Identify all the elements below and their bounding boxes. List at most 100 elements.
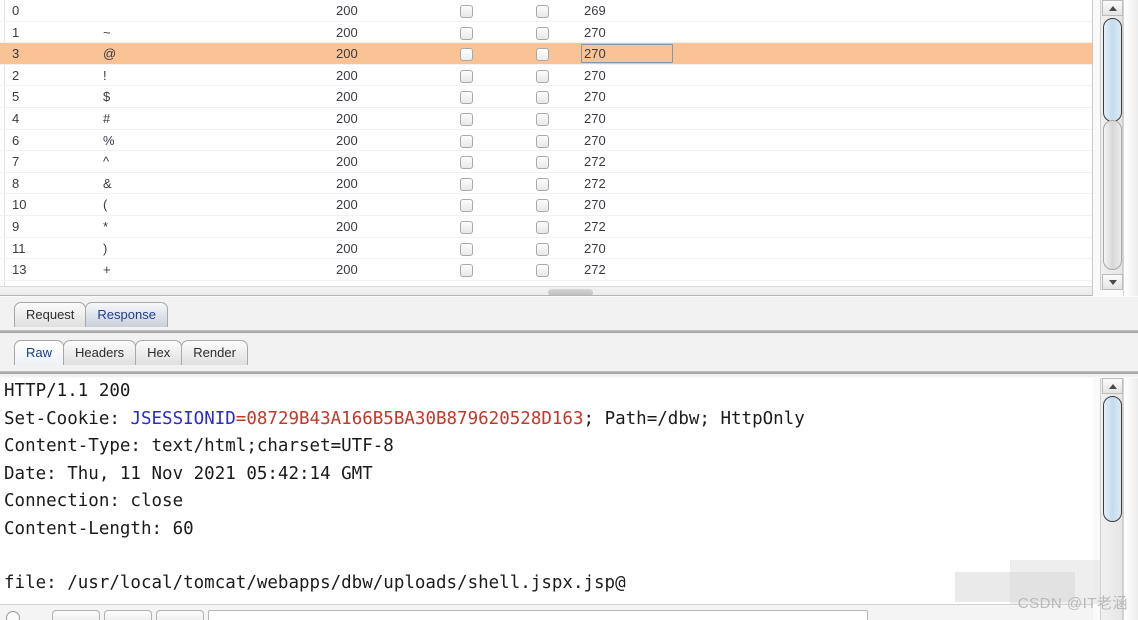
scroll-up-button[interactable] <box>1102 0 1123 16</box>
cell-timeout-checkbox[interactable] <box>536 242 549 256</box>
cell-timeout-checkbox[interactable] <box>536 69 549 83</box>
table-horizontal-scrollbar[interactable] <box>0 286 1092 295</box>
scroll-down-button[interactable] <box>1102 274 1123 290</box>
cell-request-id: 3 <box>12 46 20 62</box>
cell-status: 200 <box>336 197 358 213</box>
response-content-type-header: Content-Type: text/html;charset=UTF-8 <box>4 436 394 456</box>
message-editor-tabs: Request Response Raw Headers Hex Render <box>0 297 1138 377</box>
cell-length: 270 <box>584 240 606 256</box>
cell-error-checkbox[interactable] <box>460 48 473 62</box>
cell-payload: & <box>103 175 112 191</box>
cell-payload: # <box>103 110 111 126</box>
table-row[interactable]: 13 +200 272 <box>0 259 1092 281</box>
cell-status: 200 <box>336 218 358 234</box>
table-scroll-thumb[interactable] <box>1103 18 1122 122</box>
outer-scroll-track-bottom[interactable] <box>1123 378 1138 620</box>
cell-request-id: 7 <box>12 154 20 170</box>
table-vertical-scrollbar[interactable] <box>1100 0 1123 290</box>
cell-error-checkbox[interactable] <box>460 220 473 234</box>
tab-render[interactable]: Render <box>181 340 248 365</box>
table-scroll-track-lower[interactable] <box>1103 120 1122 270</box>
results-grid[interactable]: 0 200 269 1 ~200 270 3 @200 270 2! 200 270 5 $200 270 4… <box>0 0 1092 295</box>
table-row[interactable]: 9 * 200 272 <box>0 216 1092 238</box>
cell-payload: * <box>103 218 109 234</box>
cell-timeout-checkbox[interactable] <box>536 5 549 18</box>
tab-hex[interactable]: Hex <box>135 340 183 365</box>
help-icon[interactable] <box>6 611 20 620</box>
cookie-attributes: ; Path=/dbw; HttpOnly <box>583 408 805 429</box>
response-scroll-thumb[interactable] <box>1103 396 1122 522</box>
response-scroll-up-button[interactable] <box>1102 378 1123 394</box>
tab-headers[interactable]: Headers <box>63 340 137 365</box>
search-input[interactable] <box>208 610 868 620</box>
cell-request-id: 2 <box>12 67 20 83</box>
table-row[interactable]: 5 $200 270 <box>0 86 1092 108</box>
response-blank-line <box>0 543 1093 570</box>
cell-error-checkbox[interactable] <box>460 91 473 105</box>
cell-status: 200 <box>336 3 358 18</box>
table-horizontal-scroll-thumb[interactable] <box>548 289 593 295</box>
cell-length: 270 <box>584 67 606 83</box>
arrow-down-icon <box>1108 280 1117 285</box>
cell-timeout-checkbox[interactable] <box>536 199 549 213</box>
cell-status: 200 <box>336 262 358 278</box>
cell-payload: ~ <box>103 24 111 40</box>
tab-response[interactable]: Response <box>85 302 168 327</box>
cell-error-checkbox[interactable] <box>460 199 473 213</box>
cell-length: 269 <box>584 3 606 18</box>
cell-payload: ^ <box>103 154 110 170</box>
toolbar-button-1[interactable] <box>52 610 100 620</box>
cell-error-checkbox[interactable] <box>460 242 473 256</box>
cell-timeout-checkbox[interactable] <box>536 48 549 62</box>
toolbar-button-2[interactable] <box>104 610 152 620</box>
table-row[interactable]: 10 (200 270 <box>0 194 1092 216</box>
tab-request[interactable]: Request <box>14 302 87 327</box>
cell-timeout-checkbox[interactable] <box>536 112 549 126</box>
table-row[interactable]: 3 @200 270 <box>0 43 1092 65</box>
cell-request-id: 5 <box>12 89 20 105</box>
response-date-header: Date: Thu, 11 Nov 2021 05:42:14 GMT <box>4 463 373 484</box>
cell-error-checkbox[interactable] <box>460 69 473 83</box>
cell-status: 200 <box>336 154 358 170</box>
raw-headers-hex-render-tabs[interactable]: Raw Headers Hex Render <box>14 340 248 365</box>
table-row[interactable]: 0 200 269 <box>0 0 1092 22</box>
cell-timeout-checkbox[interactable] <box>536 134 549 148</box>
cell-error-checkbox[interactable] <box>460 26 473 40</box>
cell-request-id: 9 <box>12 218 20 234</box>
cell-payload: + <box>103 262 111 278</box>
intruder-results-table[interactable]: 0 200 269 1 ~200 270 3 @200 270 2! 200 270 5 $200 270 4… <box>0 0 1093 296</box>
table-row[interactable]: 8 & 200 272 <box>0 173 1092 195</box>
table-row[interactable]: 6% 200 270 <box>0 130 1092 152</box>
search-toolbar[interactable] <box>0 604 1093 620</box>
response-vertical-scrollbar[interactable] <box>1100 378 1123 620</box>
cell-error-checkbox[interactable] <box>460 5 473 18</box>
cell-error-checkbox[interactable] <box>460 134 473 148</box>
burp-intruder-window: 0 200 269 1 ~200 270 3 @200 270 2! 200 270 5 $200 270 4… <box>0 0 1138 620</box>
arrow-up-icon <box>1108 6 1117 11</box>
tab-raw[interactable]: Raw <box>14 340 65 365</box>
cell-timeout-checkbox[interactable] <box>536 26 549 40</box>
cell-length: 272 <box>584 218 606 234</box>
table-row[interactable]: 2! 200 270 <box>0 65 1092 87</box>
table-row[interactable]: 7 ^ 200 272 <box>0 151 1092 173</box>
cell-timeout-checkbox[interactable] <box>536 177 549 191</box>
cell-timeout-checkbox[interactable] <box>536 264 549 278</box>
table-row[interactable]: 1 ~200 270 <box>0 22 1092 44</box>
cell-error-checkbox[interactable] <box>460 112 473 126</box>
selected-cell-outline[interactable] <box>581 44 673 64</box>
cell-error-checkbox[interactable] <box>460 177 473 191</box>
request-response-tabs[interactable]: Request Response <box>14 302 168 327</box>
table-row[interactable]: 4 #200 270 <box>0 108 1092 130</box>
cell-timeout-checkbox[interactable] <box>536 220 549 234</box>
cell-payload: $ <box>103 89 111 105</box>
outer-scroll-track-top[interactable] <box>1123 0 1138 296</box>
cell-timeout-checkbox[interactable] <box>536 91 549 105</box>
response-viewer[interactable]: HTTP/1.1 200 Set-Cookie: JSESSIONID=0872… <box>0 378 1093 606</box>
cell-error-checkbox[interactable] <box>460 264 473 278</box>
response-status-line: HTTP/1.1 200 <box>4 381 131 401</box>
cell-timeout-checkbox[interactable] <box>536 156 549 170</box>
cell-error-checkbox[interactable] <box>460 156 473 170</box>
toolbar-button-3[interactable] <box>156 610 204 620</box>
cell-length: 270 <box>584 197 606 213</box>
table-row[interactable]: 11) 200 270 <box>0 238 1092 260</box>
